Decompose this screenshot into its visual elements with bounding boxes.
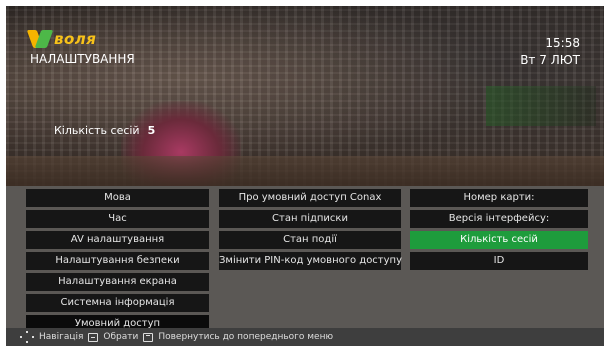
detail-item-id[interactable]: ID (410, 252, 588, 270)
submenu-item-event-status[interactable]: Стан події (219, 231, 401, 249)
menu-item-time[interactable]: Час (26, 210, 209, 228)
navigation-arrows-icon (20, 331, 34, 343)
footer-hints: Навігація Обрати Повернутись до попередн… (6, 328, 604, 346)
conditional-access-submenu: Про умовний доступ Conax Стан підписки С… (219, 189, 402, 273)
select-hint-label: Обрати (103, 332, 139, 342)
clock-time: 15:58 (545, 36, 580, 50)
main-menu: Мова Час AV налаштування Налаштування бе… (26, 189, 209, 336)
detail-item-card-number[interactable]: Номер карти: (410, 189, 588, 207)
submenu-item-about-conax[interactable]: Про умовний доступ Conax (219, 189, 401, 207)
back-hint-label: Повернутись до попереднього меню (158, 332, 334, 342)
submenu-item-change-pin[interactable]: Змінити PIN-код умовного доступу (219, 252, 402, 270)
submenu-item-subscription-status[interactable]: Стан підписки (219, 210, 401, 228)
detail-item-interface-version[interactable]: Версія інтерфейсу: (410, 210, 588, 228)
page-title: НАЛАШТУВАННЯ (30, 52, 135, 66)
menu-item-system-info[interactable]: Системна інформація (26, 294, 209, 312)
menu-item-screen-settings[interactable]: Налаштування екрана (26, 273, 209, 291)
navigation-hint-label: Навігація (39, 332, 84, 342)
tv-screen: воля НАЛАШТУВАННЯ 15:58 Вт 7 ЛЮТ Кількіс… (6, 6, 604, 346)
back-key-icon (143, 332, 154, 342)
brand-logo: воля (30, 30, 96, 48)
session-count-label: Кількість сесій (54, 124, 140, 137)
logo-text: воля (54, 30, 97, 48)
volia-logo-icon (30, 30, 52, 48)
menu-item-language[interactable]: Мова (26, 189, 209, 207)
menu-item-av-settings[interactable]: AV налаштування (26, 231, 209, 249)
session-count-value: 5 (147, 124, 156, 137)
menu-item-security-settings[interactable]: Налаштування безпеки (26, 252, 209, 270)
details-list: Номер карти: Версія інтерфейсу: Кількіст… (410, 189, 588, 273)
detail-item-session-count[interactable]: Кількість сесій (410, 231, 588, 249)
clock-date: Вт 7 ЛЮТ (520, 53, 580, 67)
ok-key-icon (88, 332, 99, 342)
session-count-info: Кількість сесій 5 (54, 124, 155, 137)
